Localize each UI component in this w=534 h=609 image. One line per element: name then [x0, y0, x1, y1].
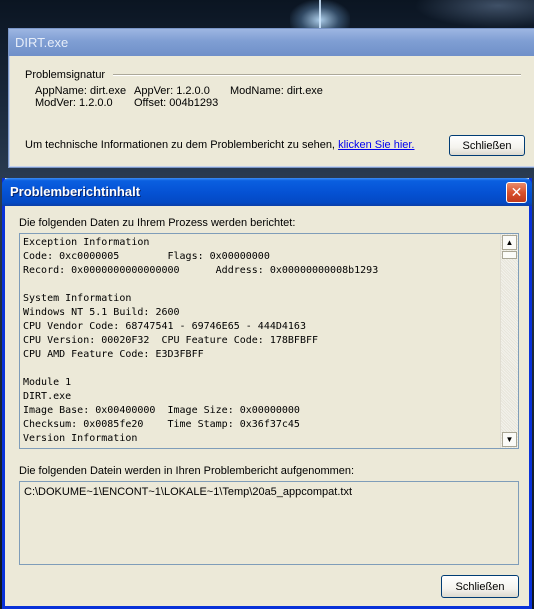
report-line: Version Information	[23, 433, 138, 444]
report-line: Image Base: 0x00400000 Image Size: 0x000…	[23, 405, 300, 416]
report-line: Checksum: 0x0085fe20 Time Stamp: 0x36f37…	[23, 419, 300, 430]
technical-info-prompt: Um technische Informationen zu dem Probl…	[25, 139, 335, 151]
report-line: CPU Version: 00020F32 CPU Feature Code: …	[23, 335, 319, 346]
report-details-textbox[interactable]: Exception Information Code: 0xc0000005 Fl…	[19, 233, 519, 449]
report-line: System Information	[23, 293, 132, 304]
report-line: CPU Vendor Code: 68747541 - 69746E65 - 4…	[23, 321, 306, 332]
file-path: C:\DOKUME~1\ENCONT~1\LOKALE~1\Temp\20a5_…	[24, 486, 353, 498]
close-icon[interactable]: ✕	[506, 182, 527, 203]
problem-signature-label: Problemsignatur	[25, 69, 106, 81]
back-close-button[interactable]: Schließen	[449, 135, 525, 156]
sig-appver: AppVer: 1.2.0.0	[134, 85, 210, 97]
front-close-button[interactable]: Schließen	[441, 575, 519, 598]
report-line: Windows NT 5.1 Build: 2600	[23, 307, 180, 318]
sig-modver: ModVer: 1.2.0.0	[35, 97, 113, 109]
sig-offset: Offset: 004b1293	[134, 97, 219, 109]
dirt-dialog-titlebar[interactable]: DIRT.exe	[9, 29, 534, 56]
report-lines: Exception Information Code: 0xc0000005 Fl…	[23, 236, 500, 446]
report-line	[23, 362, 500, 376]
scroll-down-icon[interactable]: ▼	[502, 432, 517, 447]
report-dialog-title: Problemberichtinhalt	[10, 184, 141, 199]
desktop-light-beam	[319, 0, 321, 28]
sig-appname: AppName: dirt.exe	[35, 85, 127, 97]
scroll-thumb[interactable]	[502, 251, 517, 259]
report-line: DIRT.exe	[23, 391, 72, 402]
desktop-storm-cloud	[414, 0, 534, 28]
included-files-label: Die folgenden Datein werden in Ihren Pro…	[19, 465, 355, 477]
report-content-dialog: Problemberichtinhalt ✕ Die folgenden Dat…	[2, 178, 532, 609]
reported-data-label: Die folgenden Daten zu Ihrem Prozess wer…	[19, 217, 296, 229]
included-files-textbox[interactable]: C:\DOKUME~1\ENCONT~1\LOKALE~1\Temp\20a5_…	[19, 481, 519, 565]
sig-modname: ModName: dirt.exe	[230, 85, 323, 97]
report-line: Record: 0x0000000000000000 Address: 0x00…	[23, 265, 379, 276]
report-line: CPU AMD Feature Code: E3D3FBFF	[23, 349, 204, 360]
report-dialog-titlebar[interactable]: Problemberichtinhalt ✕	[2, 178, 532, 206]
report-line: Code: 0xc0000005 Flags: 0x00000000	[23, 251, 270, 262]
scroll-up-icon[interactable]: ▲	[502, 235, 517, 250]
report-line: Module 1	[23, 377, 72, 388]
dirt-error-dialog: DIRT.exe Problemsignatur AppName: dirt.e…	[8, 28, 534, 168]
report-line: Exception Information	[23, 237, 150, 248]
group-divider	[113, 74, 521, 76]
click-here-link[interactable]: klicken Sie hier.	[338, 139, 414, 151]
report-scrollbar[interactable]: ▲ ▼	[500, 234, 518, 448]
report-line	[23, 278, 500, 292]
technical-info-text: Um technische Informationen zu dem Probl…	[25, 139, 415, 151]
